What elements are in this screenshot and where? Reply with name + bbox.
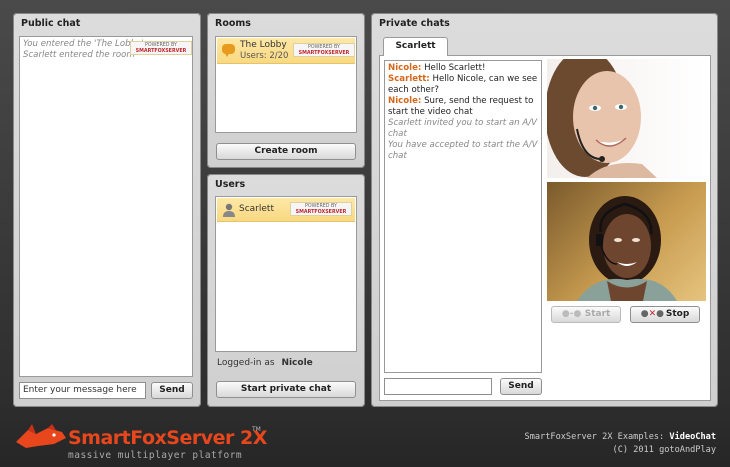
private-chat-area: Nicole: Hello Scarlett! Scarlett: Hello …	[379, 55, 711, 401]
public-send-button[interactable]: Send	[151, 382, 193, 399]
remote-video-frame	[547, 59, 657, 178]
message-sender: Scarlett:	[388, 74, 430, 84]
room-users: Users: 2/20	[240, 51, 289, 61]
message-sender: Nicole:	[388, 63, 422, 73]
private-chat-message: Scarlett: Hello Nicole, can we see each …	[388, 74, 538, 96]
rooms-title: Rooms	[215, 18, 251, 29]
powered-by-brand: SMARTFOXSERVER	[298, 50, 350, 56]
room-item-the-lobby[interactable]: The Lobby Users: 2/20 POWERED BY SMARTFO…	[217, 38, 355, 64]
room-name: The Lobby	[240, 40, 287, 50]
user-item-scarlett[interactable]: Scarlett POWERED BY SMARTFOXSERVER	[217, 198, 355, 222]
logged-in-user: Nicole	[281, 358, 313, 368]
message-text: Hello Scarlett!	[421, 63, 486, 73]
public-chat-panel: Public chat You entered the 'The Lobby' …	[13, 13, 201, 407]
chat-bubble-tail-icon	[224, 52, 230, 57]
rooms-panel: Rooms The Lobby Users: 2/20 POWERED BY S…	[207, 13, 365, 168]
examples-name: VideoChat	[669, 432, 716, 442]
private-chat-message: Nicole: Sure, send the request to start …	[388, 96, 538, 118]
rooms-list[interactable]: The Lobby Users: 2/20 POWERED BY SMARTFO…	[215, 36, 357, 133]
users-disconnect-icon: ●✕●	[640, 309, 664, 319]
start-av-label: Start	[584, 309, 611, 319]
footer-info: SmartFoxServer 2X Examples: VideoChat (C…	[525, 431, 716, 457]
user-icon	[223, 203, 235, 217]
logo-tagline: massive multiplayer platform	[68, 450, 243, 461]
copyright: (C) 2011 gotoAndPlay	[612, 445, 716, 455]
system-message: Scarlett invited you to start an A/V cha…	[388, 118, 538, 139]
footer-logo: SmartFoxServer 2X TM massive multiplayer…	[14, 424, 274, 464]
message-sender: Nicole:	[388, 96, 422, 106]
tab-scarlett[interactable]: Scarlett	[383, 37, 448, 56]
users-panel: Users Scarlett POWERED BY SMARTFOXSERVER…	[207, 174, 365, 407]
private-chats-title: Private chats	[379, 18, 450, 29]
logo-text: SmartFoxServer 2X	[68, 427, 267, 449]
users-title: Users	[215, 179, 246, 190]
private-chat-input[interactable]	[384, 378, 492, 395]
fox-logo-icon	[16, 424, 66, 448]
create-room-button[interactable]: Create room	[216, 143, 356, 160]
private-chat-message: Nicole: Hello Scarlett!	[388, 63, 538, 74]
public-chat-input[interactable]: Enter your message here	[19, 382, 146, 399]
powered-by-badge: POWERED BY SMARTFOXSERVER	[293, 43, 355, 57]
stop-av-button[interactable]: ●✕● Stop	[630, 306, 700, 323]
powered-by-badge: POWERED BY SMARTFOXSERVER	[130, 41, 192, 55]
private-send-button[interactable]: Send	[500, 378, 542, 395]
local-video	[547, 182, 706, 301]
system-message: You have accepted to start the A/V chat	[388, 140, 538, 161]
examples-line: SmartFoxServer 2X Examples: VideoChat	[525, 431, 716, 444]
private-chat-messages[interactable]: Nicole: Hello Scarlett! Scarlett: Hello …	[384, 60, 542, 373]
users-list[interactable]: Scarlett POWERED BY SMARTFOXSERVER	[215, 196, 357, 352]
start-private-chat-button[interactable]: Start private chat	[216, 381, 356, 398]
public-chat-title: Public chat	[21, 18, 81, 29]
public-chat-messages[interactable]: You entered the 'The Lobby' Scarlett ent…	[19, 36, 193, 377]
logged-in-status: Logged-in as Nicole	[217, 358, 313, 368]
local-video-frame	[577, 196, 677, 301]
powered-by-brand: SMARTFOXSERVER	[295, 209, 347, 215]
examples-prefix: SmartFoxServer 2X Examples:	[524, 432, 665, 442]
powered-by-brand: SMARTFOXSERVER	[135, 48, 187, 54]
private-chats-panel: Private chats Scarlett Nicole: Hello Sca…	[371, 13, 718, 407]
start-av-button[interactable]: ●-● Start	[551, 306, 621, 323]
stop-av-label: Stop	[665, 309, 690, 319]
user-name: Scarlett	[239, 204, 274, 214]
remote-video	[547, 59, 706, 178]
powered-by-badge: POWERED BY SMARTFOXSERVER	[290, 202, 352, 216]
users-icon: ●-●	[561, 309, 582, 319]
logo-tm: TM	[252, 426, 261, 433]
logged-in-prefix: Logged-in as	[217, 358, 275, 368]
